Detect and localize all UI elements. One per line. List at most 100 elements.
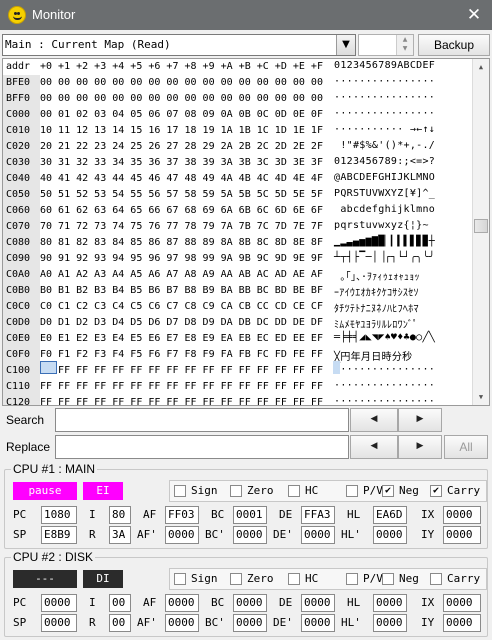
reg-iy-field[interactable]: 0000 bbox=[443, 614, 481, 632]
checkbox-icon[interactable] bbox=[382, 573, 394, 585]
row-hex-bytes[interactable]: 00 00 00 00 00 00 00 00 00 00 00 00 00 0… bbox=[40, 77, 329, 88]
reg-bc2-field[interactable]: 0000 bbox=[233, 526, 267, 544]
memory-row[interactable]: C050 50 51 52 53 54 55 56 57 58 59 5A 5B … bbox=[3, 187, 473, 203]
reg-hl2-field[interactable]: 0000 bbox=[373, 614, 407, 632]
memory-row[interactable]: C000 00 01 02 03 04 05 06 07 08 09 0A 0B … bbox=[3, 107, 473, 123]
cpu2-run-status[interactable]: --- bbox=[13, 570, 77, 588]
reg-de-field[interactable]: FFA3 bbox=[301, 506, 335, 524]
checkbox-icon[interactable] bbox=[430, 573, 442, 585]
memory-row[interactable]: C0E0 E0 E1 E2 E3 E4 E5 E6 E7 E8 E9 EA EB … bbox=[3, 331, 473, 347]
checkbox-icon[interactable] bbox=[230, 573, 242, 585]
row-hex-bytes[interactable]: 00 00 00 00 00 00 00 00 00 00 00 00 00 0… bbox=[40, 93, 329, 104]
replace-input[interactable] bbox=[55, 435, 349, 459]
scroll-up-icon[interactable]: ▲ bbox=[473, 59, 489, 75]
memory-row[interactable]: C070 70 71 72 73 74 75 76 77 78 79 7A 7B … bbox=[3, 219, 473, 235]
row-hex-bytes[interactable]: FF FF FF FF FF FF FF FF FF FF FF FF FF F… bbox=[40, 397, 329, 405]
row-hex-bytes[interactable]: 20 21 22 23 24 25 26 27 28 29 2A 2B 2C 2… bbox=[40, 141, 329, 152]
checkbox-icon[interactable] bbox=[230, 485, 242, 497]
checkbox-icon[interactable] bbox=[288, 573, 300, 585]
memory-row[interactable]: C0C0 C0 C1 C2 C3 C4 C5 C6 C7 C8 C9 CA CB … bbox=[3, 299, 473, 315]
reg-sp-field[interactable]: E8B9 bbox=[41, 526, 77, 544]
checkbox-icon[interactable] bbox=[288, 485, 300, 497]
row-hex-bytes[interactable]: 90 91 92 93 94 95 96 97 98 99 9A 9B 9C 9… bbox=[40, 253, 329, 264]
vertical-scrollbar[interactable]: ▲ ▼ bbox=[472, 59, 489, 405]
memory-row[interactable]: C0F0 F0 F1 F2 F3 F4 F5 F6 F7 F8 F9 FA FB … bbox=[3, 347, 473, 363]
search-prev-button[interactable]: ◀ bbox=[350, 408, 398, 432]
search-input[interactable] bbox=[55, 408, 349, 432]
reg-hl-field[interactable]: 0000 bbox=[373, 594, 407, 612]
reg-i-field[interactable]: 00 bbox=[109, 594, 131, 612]
memory-row[interactable]: C040 40 41 42 43 44 45 46 47 48 49 4A 4B … bbox=[3, 171, 473, 187]
checkbox-icon[interactable] bbox=[346, 573, 358, 585]
page-spinner[interactable]: ▲ ▼ bbox=[358, 34, 414, 56]
scroll-thumb[interactable] bbox=[474, 219, 488, 233]
reg-af-field[interactable]: FF03 bbox=[165, 506, 199, 524]
row-hex-bytes[interactable]: 40 41 42 43 44 45 46 47 48 49 4A 4B 4C 4… bbox=[40, 173, 329, 184]
reg-i-field[interactable]: 80 bbox=[109, 506, 131, 524]
memory-row[interactable]: C020 20 21 22 23 24 25 26 27 28 29 2A 2B … bbox=[3, 139, 473, 155]
reg-de2-field[interactable]: 0000 bbox=[301, 526, 335, 544]
memory-row[interactable]: C0D0 D0 D1 D2 D3 D4 D5 D6 D7 D8 D9 DA DB … bbox=[3, 315, 473, 331]
reg-bc2-field[interactable]: 0000 bbox=[233, 614, 267, 632]
reg-pc-field[interactable]: 1080 bbox=[41, 506, 77, 524]
row-hex-bytes[interactable]: D0 D1 D2 D3 D4 D5 D6 D7 D8 D9 DA DB DC D… bbox=[40, 317, 329, 328]
cpu1-run-status[interactable]: pause bbox=[13, 482, 77, 500]
reg-af2-field[interactable]: 0000 bbox=[165, 526, 199, 544]
replace-all-button[interactable]: All bbox=[444, 435, 488, 459]
memory-row[interactable]: C100 FF FF FF FF FF FF FF FF FF FF FF FF … bbox=[3, 363, 473, 379]
row-hex-bytes[interactable]: F0 F1 F2 F3 F4 F5 F6 F7 F8 F9 FA FB FC F… bbox=[40, 349, 329, 360]
row-hex-bytes[interactable]: FF FF FF FF FF FF FF FF FF FF FF FF FF F… bbox=[40, 381, 329, 392]
reg-r-field[interactable]: 3A bbox=[109, 526, 131, 544]
replace-prev-button[interactable]: ◀ bbox=[350, 435, 398, 459]
backup-button[interactable]: Backup bbox=[418, 34, 490, 56]
reg-iy-field[interactable]: 0000 bbox=[443, 526, 481, 544]
reg-pc-field[interactable]: 0000 bbox=[41, 594, 77, 612]
map-selector[interactable]: Main : Current Map (Read) ▼ bbox=[2, 34, 356, 56]
memory-row[interactable]: C030 30 31 32 33 34 35 36 37 38 39 3A 3B … bbox=[3, 155, 473, 171]
reg-hl2-field[interactable]: 0000 bbox=[373, 526, 407, 544]
reg-de2-field[interactable]: 0000 bbox=[301, 614, 335, 632]
row-hex-bytes[interactable]: 00 01 02 03 04 05 06 07 08 09 0A 0B 0C 0… bbox=[40, 109, 329, 120]
replace-next-button[interactable]: ▶ bbox=[398, 435, 442, 459]
scroll-down-icon[interactable]: ▼ bbox=[473, 389, 489, 405]
row-hex-bytes[interactable]: E0 E1 E2 E3 E4 E5 E6 E7 E8 E9 EA EB EC E… bbox=[40, 333, 329, 344]
memory-row[interactable]: C120 FF FF FF FF FF FF FF FF FF FF FF FF … bbox=[3, 395, 473, 405]
spinner-arrows-icon[interactable]: ▲ ▼ bbox=[396, 35, 413, 55]
row-hex-bytes[interactable]: FF FF FF FF FF FF FF FF FF FF FF FF FF F… bbox=[40, 365, 329, 376]
memory-row[interactable]: C0A0 A0 A1 A2 A3 A4 A5 A6 A7 A8 A9 AA AB … bbox=[3, 267, 473, 283]
memory-row[interactable]: BFE0 00 00 00 00 00 00 00 00 00 00 00 00 … bbox=[3, 75, 473, 91]
row-hex-bytes[interactable]: 80 81 82 83 84 85 86 87 88 89 8A 8B 8C 8… bbox=[40, 237, 329, 248]
row-hex-bytes[interactable]: 10 11 12 13 14 15 16 17 18 19 1A 1B 1C 1… bbox=[40, 125, 329, 136]
close-icon[interactable]: ✕ bbox=[462, 3, 486, 27]
reg-de-field[interactable]: 0000 bbox=[301, 594, 335, 612]
chevron-down-icon[interactable]: ▼ bbox=[336, 35, 355, 55]
memory-row[interactable]: BFF0 00 00 00 00 00 00 00 00 00 00 00 00 … bbox=[3, 91, 473, 107]
cpu1-interrupt-status[interactable]: EI bbox=[83, 482, 123, 500]
memory-row[interactable]: C110 FF FF FF FF FF FF FF FF FF FF FF FF … bbox=[3, 379, 473, 395]
reg-bc-field[interactable]: 0000 bbox=[233, 594, 267, 612]
checkbox-icon[interactable]: ✔ bbox=[382, 485, 394, 497]
row-hex-bytes[interactable]: 50 51 52 53 54 55 56 57 58 59 5A 5B 5C 5… bbox=[40, 189, 329, 200]
checkbox-icon[interactable] bbox=[174, 573, 186, 585]
reg-bc-field[interactable]: 0001 bbox=[233, 506, 267, 524]
reg-sp-field[interactable]: 0000 bbox=[41, 614, 77, 632]
cpu2-interrupt-status[interactable]: DI bbox=[83, 570, 123, 588]
memory-row[interactable]: C060 60 61 62 63 64 65 66 67 68 69 6A 6B … bbox=[3, 203, 473, 219]
checkbox-icon[interactable] bbox=[174, 485, 186, 497]
row-hex-bytes[interactable]: 70 71 72 73 74 75 76 77 78 79 7A 7B 7C 7… bbox=[40, 221, 329, 232]
reg-af-field[interactable]: 0000 bbox=[165, 594, 199, 612]
reg-ix-field[interactable]: 0000 bbox=[443, 594, 481, 612]
reg-af2-field[interactable]: 0000 bbox=[165, 614, 199, 632]
row-hex-bytes[interactable]: A0 A1 A2 A3 A4 A5 A6 A7 A8 A9 AA AB AC A… bbox=[40, 269, 329, 280]
checkbox-icon[interactable] bbox=[346, 485, 358, 497]
memory-row[interactable]: C0B0 B0 B1 B2 B3 B4 B5 B6 B7 B8 B9 BA BB … bbox=[3, 283, 473, 299]
checkbox-icon[interactable]: ✔ bbox=[430, 485, 442, 497]
row-hex-bytes[interactable]: 30 31 32 33 34 35 36 37 38 39 3A 3B 3C 3… bbox=[40, 157, 329, 168]
memory-row[interactable]: C080 80 81 82 83 84 85 86 87 88 89 8A 8B … bbox=[3, 235, 473, 251]
selected-byte-highlight[interactable] bbox=[40, 361, 57, 374]
reg-r-field[interactable]: 00 bbox=[109, 614, 131, 632]
reg-hl-field[interactable]: EA6D bbox=[373, 506, 407, 524]
search-next-button[interactable]: ▶ bbox=[398, 408, 442, 432]
row-hex-bytes[interactable]: 60 61 62 63 64 65 66 67 68 69 6A 6B 6C 6… bbox=[40, 205, 329, 216]
memory-hex-view[interactable]: addr +0 +1 +2 +3 +4 +5 +6 +7 +8 +9 +A +B … bbox=[2, 58, 490, 406]
